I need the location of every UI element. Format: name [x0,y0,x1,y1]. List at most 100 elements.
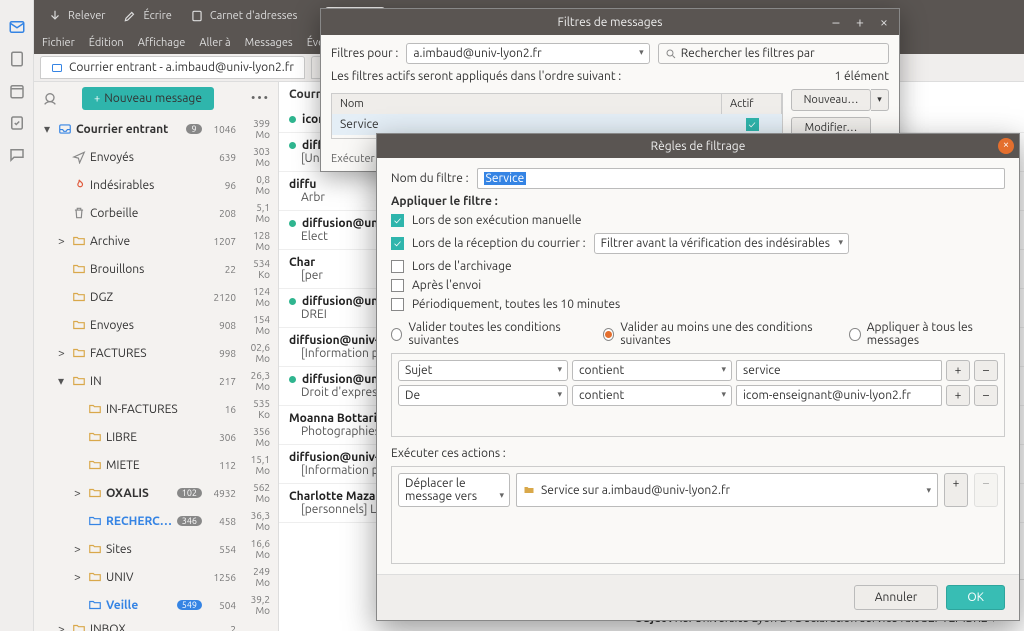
folder-row[interactable]: Veille54950439,2 Mo [34,591,278,619]
radio-any[interactable] [603,328,614,341]
folder-pane: + Nouveau message ••• ▾Courrier entrant9… [34,82,279,631]
folder-icon [88,430,102,444]
folder-icon [72,290,86,304]
radio-allmsg[interactable] [849,328,860,341]
folder-row[interactable]: ▾IN21726,3 Mo [34,367,278,395]
folder-row[interactable]: Envoyes908154 Mo [34,311,278,339]
ok-button[interactable]: OK [946,585,1005,610]
radio-all[interactable] [391,328,402,341]
filter-name-input[interactable]: Service [477,168,1005,189]
filter-name-label: Nom du filtre : [391,172,469,185]
left-rail [0,0,34,631]
chat-icon[interactable] [8,146,26,164]
filter-search-input[interactable]: Rechercher les filtres par [658,43,889,64]
cond2-add[interactable]: + [946,385,970,406]
actions-label: Exécuter ces actions : [391,447,1005,460]
apply-section-label: Appliquer le filtre : [391,195,1005,208]
menu-messages[interactable]: Messages [245,37,293,49]
folder-icon [88,542,102,556]
cond1-remove[interactable]: – [974,360,998,381]
action-destination[interactable]: Service sur a.imbaud@univ-lyon2.fr [516,473,938,507]
actions-box: Déplacer le message vers Service sur a.i… [391,466,1005,564]
tab-inbox[interactable]: Courrier entrant - a.imbaud@univ-lyon2.f… [40,56,305,79]
folder-row[interactable]: Indésirables960,8 Mo [34,171,278,199]
folder-row[interactable]: Brouillons22534 Ko [34,255,278,283]
folder-icon [58,122,72,136]
archive-checkbox[interactable] [391,260,404,273]
cancel-button[interactable]: Annuler [854,585,939,610]
folder-row[interactable]: >OXALIS1024932562 Mo [34,479,278,507]
new-message-button[interactable]: + Nouveau message [82,87,214,110]
folder-row[interactable]: >UNIV1256249 Mo [34,563,278,591]
folder-row[interactable]: ▾Courrier entrant91046399 Mo [34,115,278,143]
active-checkbox[interactable]: ✓ [746,118,759,131]
folder-row[interactable]: >Archive1207128 Mo [34,227,278,255]
maximize-icon[interactable]: + [851,13,869,31]
calendar-icon[interactable] [8,82,26,100]
rules-dialog: Règles de filtrage × Nom du filtre : Ser… [376,133,1020,621]
folder-row[interactable]: RECHERCHES34645836,3 Mo [34,507,278,535]
close-icon[interactable]: × [998,138,1014,154]
close-icon[interactable]: × [875,13,893,31]
cond1-op[interactable]: contient [572,360,732,381]
folder-icon [88,570,102,584]
folder-row[interactable]: Envoyés639303 Mo [34,143,278,171]
menu-goto[interactable]: Aller à [199,37,230,49]
addressbook-button[interactable]: Carnet d'adresses [190,9,298,23]
cond2-op[interactable]: contient [572,385,732,406]
cond1-field[interactable]: Sujet [398,360,568,381]
rules-titlebar[interactable]: Règles de filtrage × [377,134,1019,158]
folder-icon [72,234,86,248]
folder-icon [88,458,102,472]
manual-checkbox[interactable]: ✓ [391,214,404,227]
retrieve-button[interactable]: Relever [48,9,105,23]
cond2-field[interactable]: De [398,385,568,406]
new-filter-dropdown[interactable]: ▾ [871,89,889,111]
filter-row[interactable]: Service✓ [332,114,782,135]
cond2-remove[interactable]: – [974,385,998,406]
minimize-icon[interactable]: – [827,13,845,31]
action-dropdown[interactable]: Déplacer le message vers [398,473,510,507]
periodic-checkbox[interactable] [391,298,404,311]
cond2-value[interactable]: icom-enseignant@univ-lyon2.fr [736,385,942,406]
filter-icon[interactable] [42,91,58,107]
folder-icon [88,402,102,416]
addressbook-icon[interactable] [8,50,26,68]
filters-for-label: Filtres pour : [331,47,398,60]
filters-titlebar[interactable]: Filtres de messages – + × [321,9,899,35]
write-button[interactable]: Écrire [123,9,171,23]
folder-icon [72,178,86,192]
folder-row[interactable]: LIBRE306356 Mo [34,423,278,451]
col-active[interactable]: Actif [722,94,782,114]
folder-row[interactable]: >Sites55416,6 Mo [34,535,278,563]
receive-dropdown[interactable]: Filtrer avant la vérification des indési… [594,233,849,254]
folder-row[interactable]: MIETE11215,1 Mo [34,451,278,479]
cond1-value[interactable]: service [736,360,942,381]
folder-row[interactable]: Corbeille2085,1 Mo [34,199,278,227]
folder-row[interactable]: IN-FACTURES16535 Ko [34,395,278,423]
folder-icon [88,598,102,612]
folder-icon [88,486,102,500]
menu-view[interactable]: Affichage [138,37,186,49]
folder-icon [72,262,86,276]
menu-file[interactable]: Fichier [42,37,75,49]
new-filter-button[interactable]: Nouveau… [791,89,871,111]
send-checkbox[interactable] [391,279,404,292]
more-icon[interactable]: ••• [251,92,270,105]
account-dropdown[interactable]: a.imbaud@univ-lyon2.fr [406,43,649,64]
folder-row[interactable]: >FACTURES99802,6 Mo [34,339,278,367]
mail-icon[interactable] [8,18,26,36]
action-add[interactable]: + [944,473,968,507]
cond1-add[interactable]: + [946,360,970,381]
filter-count: 1 élément [835,70,889,83]
tasks-icon[interactable] [8,114,26,132]
folder-row[interactable]: DGZ2120124 Mo [34,283,278,311]
folder-row[interactable]: >INBOX2 [34,619,278,631]
col-name[interactable]: Nom [332,94,722,114]
menu-edit[interactable]: Édition [89,37,124,49]
order-label: Les filtres actifs seront appliqués dans… [331,70,621,83]
folder-icon [72,318,86,332]
receive-checkbox[interactable]: ✓ [391,237,404,250]
folder-icon [72,622,86,631]
folder-icon [72,346,86,360]
